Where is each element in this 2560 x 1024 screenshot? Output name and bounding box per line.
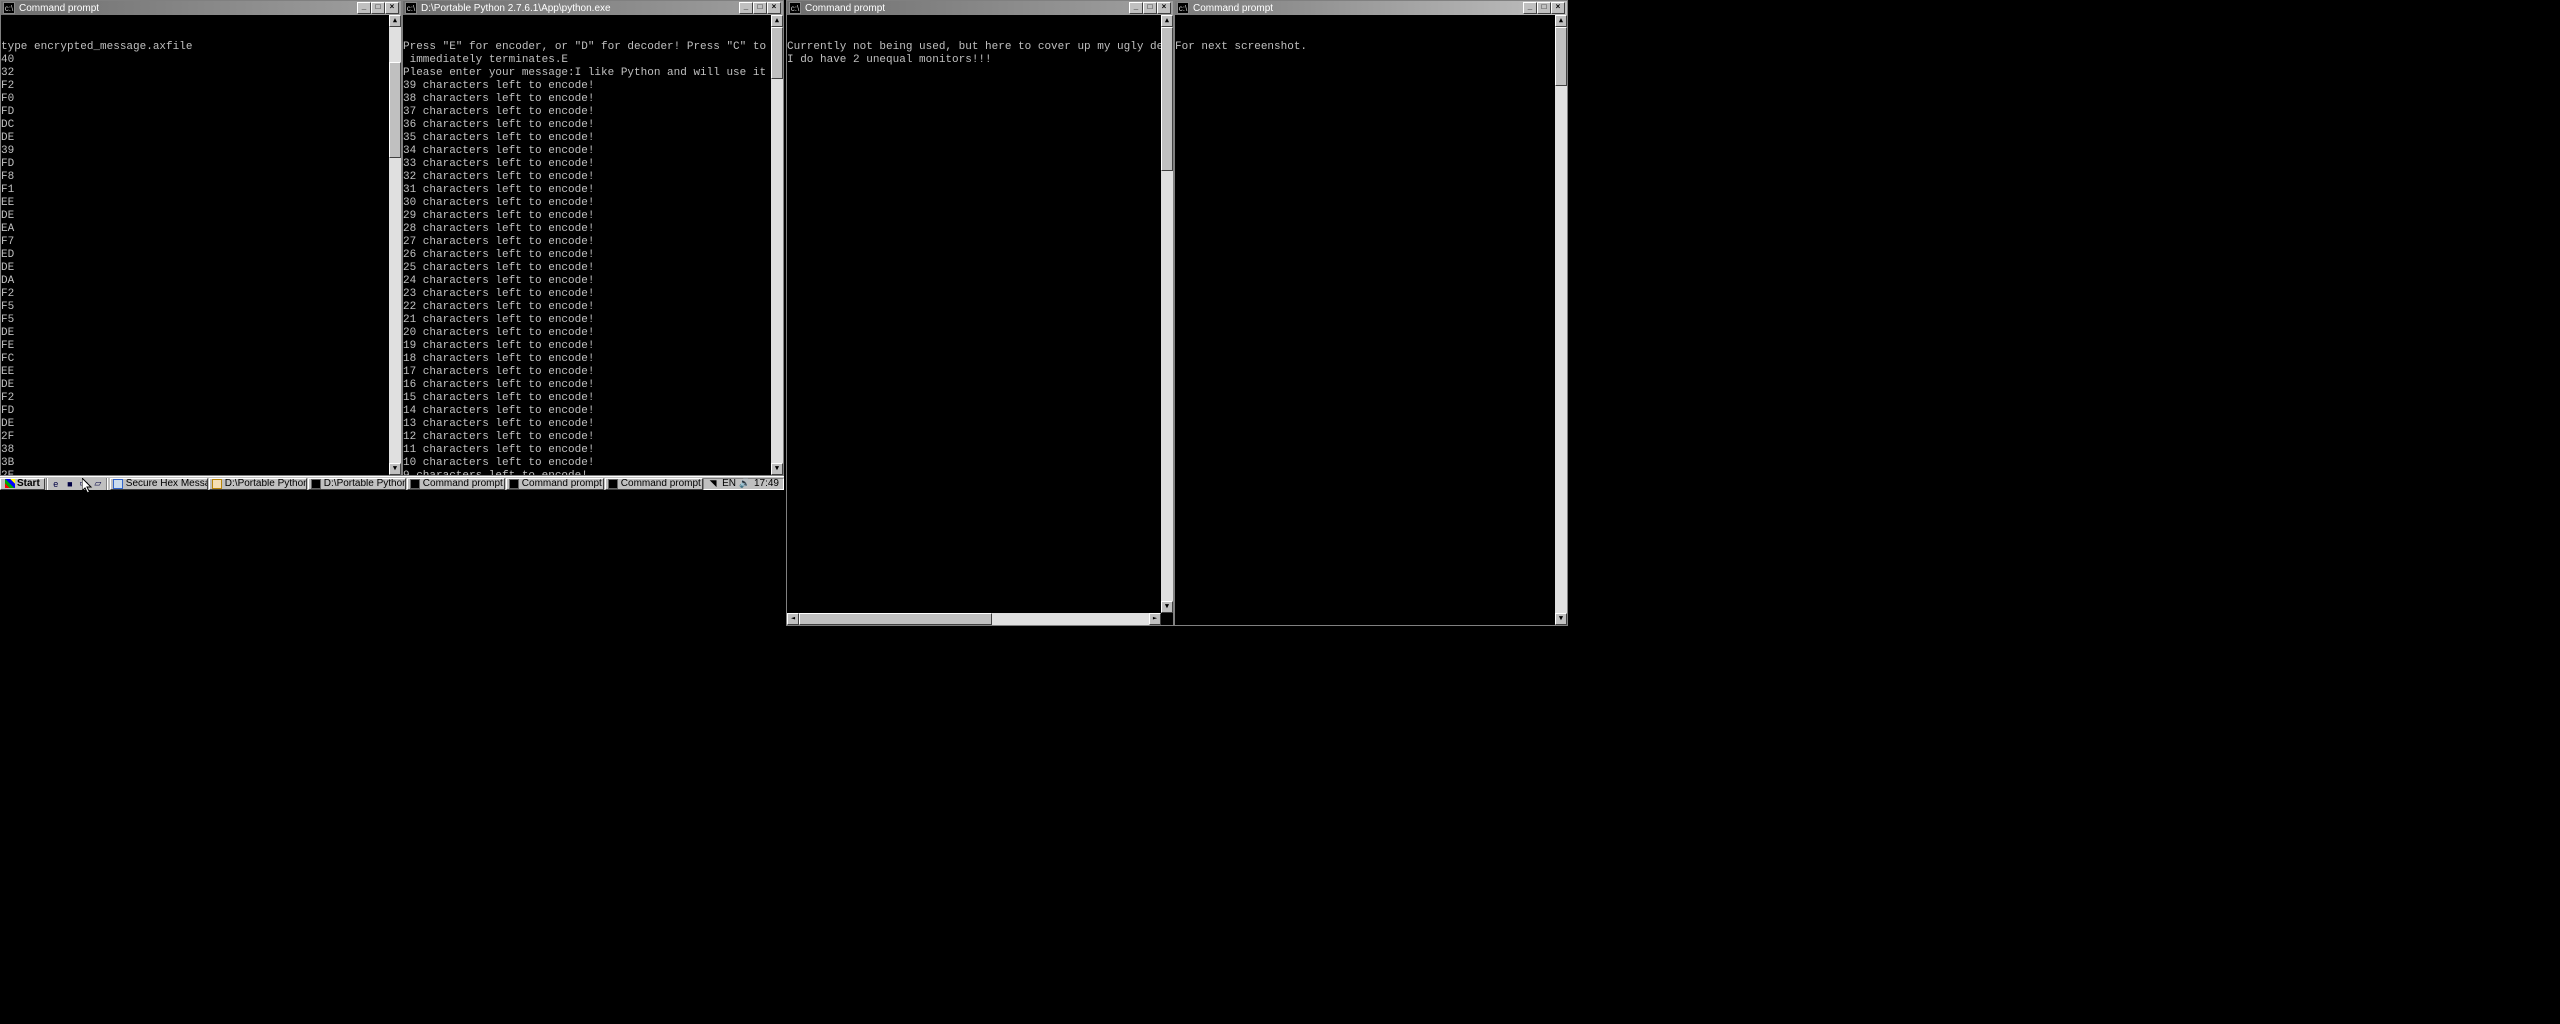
scroll-thumb[interactable] [771,27,783,79]
close-button[interactable]: × [385,2,399,14]
taskbar-task-button[interactable]: Command prompt [605,478,703,490]
scroll-left-button[interactable]: ◄ [787,613,799,625]
scroll-down-button[interactable]: ▼ [771,463,783,475]
cmd-icon: c:\ [789,2,801,14]
cmd-icon [410,479,420,489]
minimize-button[interactable]: _ [1129,2,1143,14]
quicklaunch-ie-icon[interactable]: e [49,478,63,490]
start-button[interactable]: Start [0,478,45,490]
taskbar-task-button[interactable]: D:\Portable Python 2.7.6... [308,478,406,490]
vertical-scrollbar[interactable]: ▲ ▼ [389,15,401,475]
scroll-down-button[interactable]: ▼ [1161,601,1173,613]
scroll-down-button[interactable]: ▼ [389,463,401,475]
quicklaunch-separator [106,478,108,490]
folder-icon [212,479,222,489]
console-window-4: c:\ Command prompt _ □ × For next screen… [1174,0,1568,626]
cmd-icon: c:\ [3,2,15,14]
taskbar-task-label: D:\Portable Python 2.7.6.1 [225,478,307,489]
cmd-icon [608,479,618,489]
close-button[interactable]: × [1157,2,1171,14]
tray-indicator-icon[interactable]: ◥ [708,479,718,489]
maximize-button[interactable]: □ [371,2,385,14]
minimize-button[interactable]: _ [1523,2,1537,14]
quicklaunch-desktop-icon[interactable]: ▱ [91,478,105,490]
quicklaunch-explorer-icon[interactable]: ▭ [77,478,91,490]
scroll-track[interactable] [771,27,783,463]
console-window-1: c:\ Command prompt _ □ × type encrypted_… [0,0,402,476]
maximize-button[interactable]: □ [1143,2,1157,14]
console-output[interactable]: type encrypted_message.axfile 40 32 F2 F… [1,15,401,475]
window-title: Command prompt [805,3,1129,14]
start-label: Start [17,478,40,489]
window-title: Command prompt [19,3,357,14]
taskbar-task-button[interactable]: Command prompt [407,478,505,490]
scroll-up-button[interactable]: ▲ [771,15,783,27]
titlebar[interactable]: c:\ Command prompt _ □ × [1175,1,1567,15]
minimize-button[interactable]: _ [357,2,371,14]
scroll-thumb-h[interactable] [799,613,992,625]
console-window-2: c:\ D:\Portable Python 2.7.6.1\App\pytho… [402,0,784,476]
scroll-track[interactable] [1161,27,1173,601]
taskbar-task-button[interactable]: Secure Hex Message En... [110,478,208,490]
scroll-thumb[interactable] [1555,27,1567,86]
maximize-button[interactable]: □ [753,2,767,14]
titlebar[interactable]: c:\ Command prompt _ □ × [1,1,401,15]
cmd-icon [311,479,321,489]
scroll-track[interactable] [389,27,401,463]
scroll-up-button[interactable]: ▲ [1555,15,1567,27]
windows-flag-icon [5,479,15,488]
quicklaunch-separator [46,478,48,490]
volume-icon[interactable]: 🔊 [740,479,750,489]
close-button[interactable]: × [1551,2,1565,14]
taskbar-task-label: Command prompt [522,478,602,489]
maximize-button[interactable]: □ [1537,2,1551,14]
cmd-icon [509,479,519,489]
taskbar-task-label: Command prompt [621,478,701,489]
vertical-scrollbar[interactable]: ▲ ▼ [771,15,783,475]
window-title: D:\Portable Python 2.7.6.1\App\python.ex… [421,3,739,14]
vertical-scrollbar[interactable]: ▲ ▼ [1161,15,1173,613]
taskbar-task-button[interactable]: D:\Portable Python 2.7.6.1 [209,478,307,490]
scroll-up-button[interactable]: ▲ [389,15,401,27]
ie-icon [113,479,123,489]
console-output[interactable]: For next screenshot. [1175,15,1567,625]
minimize-button[interactable]: _ [739,2,753,14]
horizontal-scrollbar[interactable]: ◄ ► [787,613,1161,625]
titlebar[interactable]: c:\ D:\Portable Python 2.7.6.1\App\pytho… [403,1,783,15]
system-tray: ◥ EN 🔊 17:49 [703,478,784,490]
cmd-icon: c:\ [1177,2,1189,14]
scroll-thumb[interactable] [1161,27,1173,171]
taskbar: Start e ■ ▭ ▱ Secure Hex Message En... D:… [0,476,784,490]
scroll-thumb[interactable] [389,62,401,158]
taskbar-task-label: Secure Hex Message En... [126,478,208,489]
cmd-icon: c:\ [405,2,417,14]
taskbar-task-label: Command prompt [423,478,503,489]
vertical-scrollbar[interactable]: ▲ ▼ [1555,15,1567,625]
taskbar-task-label: D:\Portable Python 2.7.6... [324,478,406,489]
close-button[interactable]: × [767,2,781,14]
titlebar[interactable]: c:\ Command prompt _ □ × [787,1,1173,15]
taskbar-task-button[interactable]: Command prompt [506,478,604,490]
clock[interactable]: 17:49 [754,478,779,489]
scroll-track[interactable] [1555,27,1567,613]
quicklaunch-cmd-icon[interactable]: ■ [63,478,77,490]
scroll-down-button[interactable]: ▼ [1555,613,1567,625]
window-title: Command prompt [1193,3,1523,14]
scroll-up-button[interactable]: ▲ [1161,15,1173,27]
console-output[interactable]: Press "E" for encoder, or "D" for decode… [403,15,783,475]
scroll-right-button[interactable]: ► [1149,613,1161,625]
scroll-track-h[interactable] [799,613,1149,625]
console-window-3: c:\ Command prompt _ □ × Currently not b… [786,0,1174,626]
console-output[interactable]: Currently not being used, but here to co… [787,15,1173,625]
language-indicator[interactable]: EN [722,478,736,489]
